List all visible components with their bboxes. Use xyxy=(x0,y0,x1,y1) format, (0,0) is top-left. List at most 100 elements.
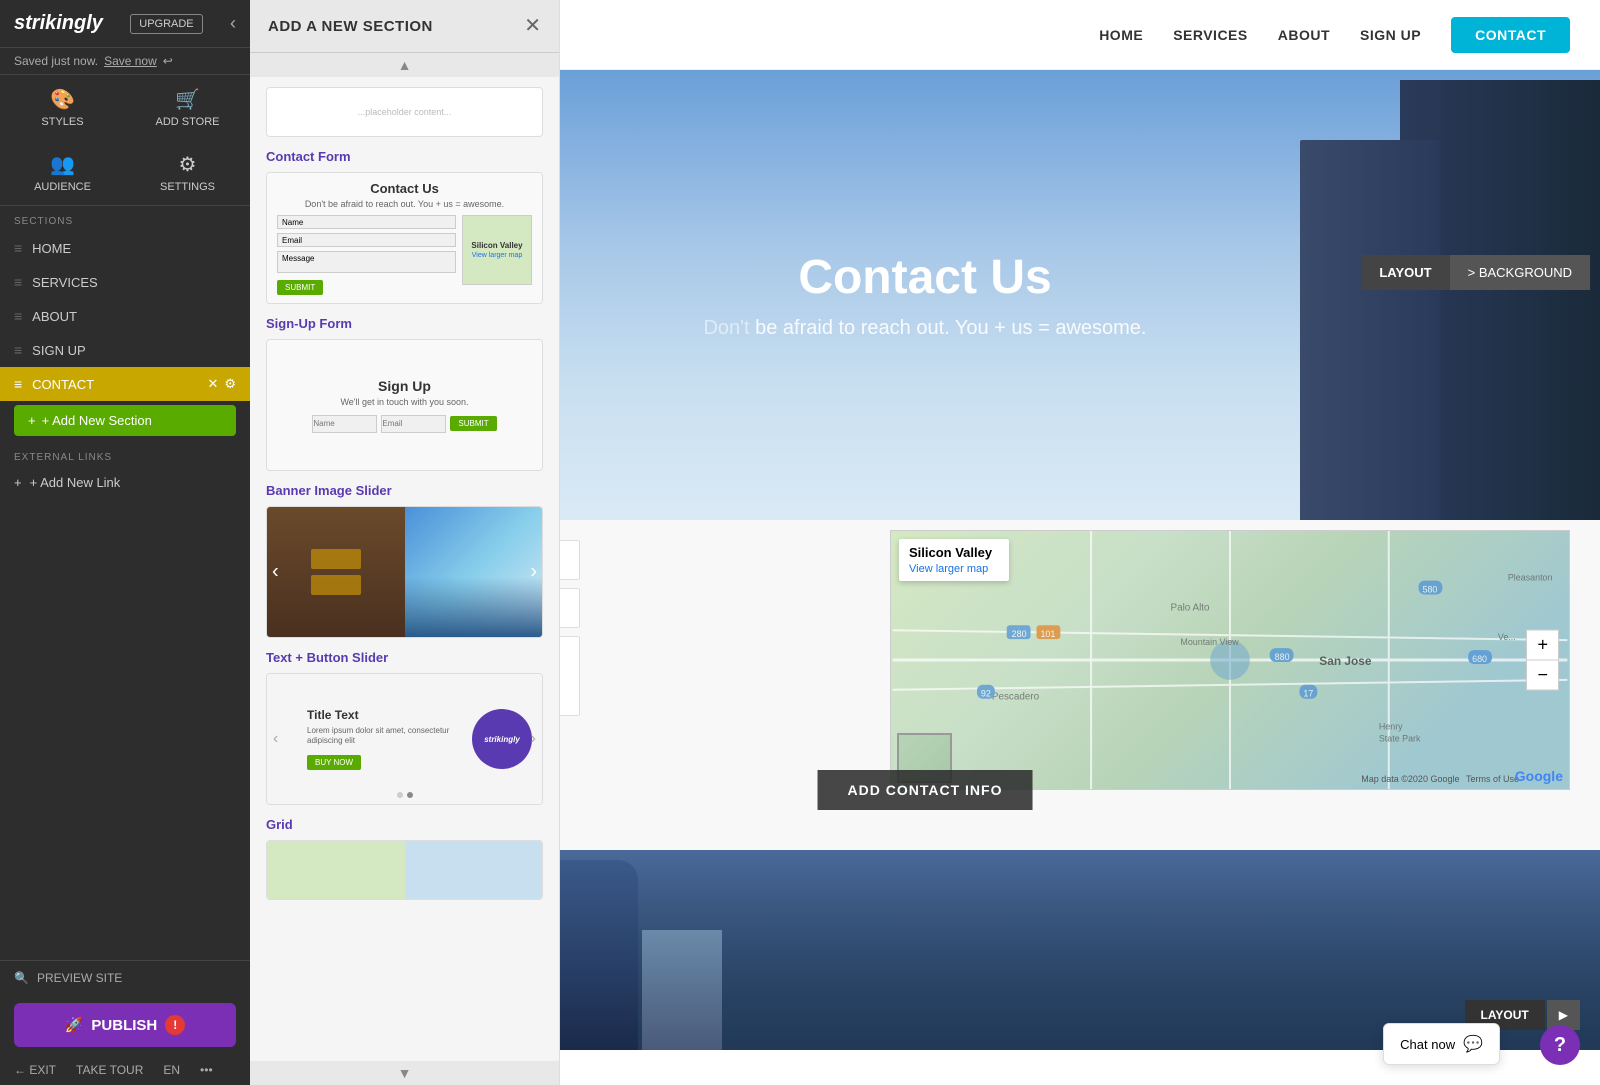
plus-icon: + xyxy=(14,475,22,490)
contact-form-card[interactable]: Contact Us Don't be afraid to reach out.… xyxy=(266,172,543,304)
map-container: Palo Alto Mountain View San Jose Pescade… xyxy=(890,530,1570,790)
signup-name-input[interactable] xyxy=(312,415,377,433)
svg-text:State Park: State Park xyxy=(1379,733,1421,743)
slider-next-arrow[interactable]: › xyxy=(530,561,537,584)
plus-icon: + xyxy=(28,413,36,428)
add-new-section-panel: ADD A NEW SECTION ✕ ▲ ...placeholder con… xyxy=(250,0,560,1085)
partial-section-card[interactable]: ...placeholder content... xyxy=(266,87,543,137)
svg-text:Henry: Henry xyxy=(1379,721,1403,731)
signup-inputs-row: SUBMIT xyxy=(281,415,528,433)
panel-title: ADD A NEW SECTION xyxy=(268,18,433,35)
settings-tool[interactable]: ⚙ SETTINGS xyxy=(125,140,250,205)
preview-site-button[interactable]: 🔍 PREVIEW SITE xyxy=(0,961,250,995)
sidebar-item-contact[interactable]: ≡ CONTACT ✕ ⚙ xyxy=(0,367,250,401)
form-preview-content: Contact Us Don't be afraid to reach out.… xyxy=(267,172,542,304)
map-zoom-out[interactable]: − xyxy=(1527,661,1558,690)
chat-icon: 💬 xyxy=(1463,1034,1483,1054)
tb-logo-circle: strikingly xyxy=(472,709,532,769)
signup-form-label: Sign-Up Form xyxy=(266,316,543,331)
drag-icon: ≡ xyxy=(14,240,22,256)
bldg4 xyxy=(642,930,722,1050)
signup-email-input[interactable] xyxy=(381,415,446,433)
save-now-link[interactable]: Save now xyxy=(104,54,157,68)
banner-slider-label: Banner Image Slider xyxy=(266,483,543,498)
svg-text:92: 92 xyxy=(981,689,991,699)
drag-icon: ≡ xyxy=(14,342,22,358)
nav-contact[interactable]: CONTACT xyxy=(1451,17,1570,53)
sidebar-item-services[interactable]: ≡ SERVICES xyxy=(0,265,250,299)
preview-icon: 🔍 xyxy=(14,971,29,985)
scroll-down-arrow[interactable]: ▼ xyxy=(250,1061,559,1085)
tb-text-content: Title Text Lorem ipsum dolor sit amet, c… xyxy=(307,708,462,771)
tb-slider-card[interactable]: PRO ‹ › Title Text Lorem ipsum dolor sit… xyxy=(266,673,543,805)
help-button[interactable]: ? xyxy=(1540,1025,1580,1065)
background-button[interactable]: > BACKGROUND xyxy=(1450,255,1590,290)
add-link-button[interactable]: + + Add New Link xyxy=(0,467,250,498)
banner-slider-card[interactable]: PRO ‹ › xyxy=(266,506,543,638)
slider-prev-arrow[interactable]: ‹ xyxy=(272,561,279,584)
svg-text:280: 280 xyxy=(1012,629,1027,639)
language-selector[interactable]: EN xyxy=(163,1063,180,1077)
signup-form-card[interactable]: Sign Up We'll get in touch with you soon… xyxy=(266,339,543,471)
stamp1 xyxy=(311,549,361,569)
styles-icon: 🎨 xyxy=(50,87,75,112)
styles-tool[interactable]: 🎨 STYLES xyxy=(0,75,125,140)
settings-icon: ⚙ xyxy=(179,152,197,177)
sidebar-item-about[interactable]: ≡ ABOUT xyxy=(0,299,250,333)
panel-scroll-area: ...placeholder content... Contact Form C… xyxy=(250,77,559,1061)
collapse-button[interactable]: ‹ xyxy=(230,13,236,34)
sections-label: SECTIONS xyxy=(0,206,250,231)
terms-link[interactable]: Terms of Use xyxy=(1466,774,1519,784)
publish-button[interactable]: 🚀 PUBLISH ! xyxy=(14,1003,236,1047)
svg-text:Pleasanton: Pleasanton xyxy=(1508,573,1553,583)
nav-signup[interactable]: SIGN UP xyxy=(1360,27,1421,43)
contact-form-preview: Contact Us Don't be afraid to reach out.… xyxy=(267,173,542,303)
signup-submit-preview: SUBMIT xyxy=(450,416,496,431)
slider-building xyxy=(405,577,543,637)
submit-preview: SUBMIT xyxy=(277,280,323,295)
audience-icon: 👥 xyxy=(50,152,75,177)
undo-icon[interactable]: ↩ xyxy=(163,54,173,68)
add-store-tool[interactable]: 🛒 ADD STORE xyxy=(125,75,250,140)
hero-title: Contact Us xyxy=(703,250,1146,305)
sidebar-item-signup[interactable]: ≡ SIGN UP xyxy=(0,333,250,367)
store-icon: 🛒 xyxy=(175,87,200,112)
sidebar: strikingly UPGRADE ‹ Saved just now. Sav… xyxy=(0,0,250,1085)
sidebar-item-home[interactable]: ≡ HOME xyxy=(0,231,250,265)
exit-link[interactable]: ← EXIT xyxy=(14,1063,56,1077)
tb-slider-preview: PRO ‹ › Title Text Lorem ipsum dolor sit… xyxy=(267,674,542,804)
tb-prev-arrow[interactable]: ‹ xyxy=(273,730,278,748)
grid-cell-2 xyxy=(405,841,543,900)
map-zoom-controls: + − xyxy=(1526,630,1559,691)
slider-right-panel xyxy=(405,507,543,637)
form-preview-inputs: Name Email Message SUBMIT xyxy=(277,215,456,295)
tb-next-arrow[interactable]: › xyxy=(531,730,536,748)
take-tour-link[interactable]: TAKE TOUR xyxy=(76,1063,143,1077)
signup-preview-content: Sign Up We'll get in touch with you soon… xyxy=(267,364,542,447)
nav-services[interactable]: SERVICES xyxy=(1173,27,1248,43)
upgrade-button[interactable]: UPGRADE xyxy=(130,14,202,34)
view-larger-map-link[interactable]: View larger map xyxy=(909,563,988,575)
add-contact-info-button[interactable]: ADD CONTACT INFO xyxy=(818,770,1033,810)
tb-slider-label: Text + Button Slider xyxy=(266,650,543,665)
more-menu[interactable]: ••• xyxy=(200,1063,213,1077)
scroll-up-arrow[interactable]: ▲ xyxy=(250,53,559,77)
main-content: HOME SERVICES ABOUT SIGN UP CONTACT Cont… xyxy=(250,0,1600,1085)
nav-home[interactable]: HOME xyxy=(1099,27,1143,43)
svg-text:101: 101 xyxy=(1040,629,1055,639)
nav-about[interactable]: ABOUT xyxy=(1278,27,1330,43)
layout-button[interactable]: LAYOUT xyxy=(1361,255,1449,290)
sidebar-footer: 🔍 PREVIEW SITE 🚀 PUBLISH ! ← EXIT TAKE T… xyxy=(0,960,250,1085)
grid-card[interactable] xyxy=(266,840,543,900)
section-settings-icon[interactable]: ⚙ xyxy=(224,376,236,392)
add-section-button[interactable]: + + Add New Section xyxy=(14,405,236,436)
building-right2 xyxy=(1300,140,1440,520)
layout-controls: LAYOUT > BACKGROUND xyxy=(1361,255,1590,290)
panel-close-button[interactable]: ✕ xyxy=(524,16,541,36)
delete-section-icon[interactable]: ✕ xyxy=(207,376,218,392)
audience-tool[interactable]: 👥 AUDIENCE xyxy=(0,140,125,205)
svg-text:880: 880 xyxy=(1275,652,1290,662)
drag-icon: ≡ xyxy=(14,376,22,392)
map-zoom-in[interactable]: + xyxy=(1527,631,1558,661)
tb-slider-content: ‹ › Title Text Lorem ipsum dolor sit ame… xyxy=(267,674,542,804)
